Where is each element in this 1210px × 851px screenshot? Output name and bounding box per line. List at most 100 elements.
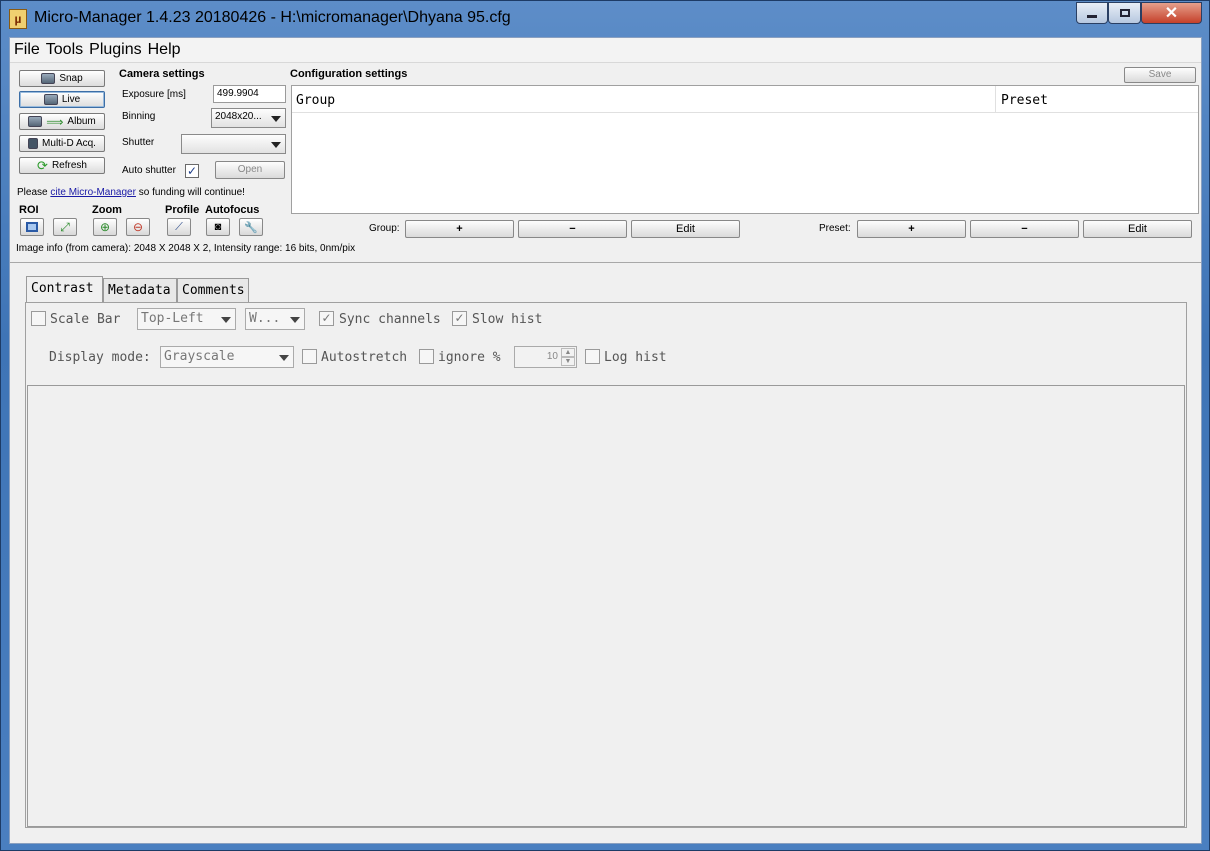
slow-hist-checkbox[interactable]: ✓: [452, 311, 467, 326]
remove-preset-button[interactable]: −: [970, 220, 1079, 238]
preset-column-header[interactable]: Preset: [1001, 93, 1048, 108]
column-divider: [995, 86, 996, 112]
histogram-area: [27, 385, 1185, 827]
cite-link[interactable]: cite Micro-Manager: [50, 187, 136, 198]
album-label: Album: [67, 116, 96, 127]
ignore-percent-spinner[interactable]: 10 ▲ ▼: [514, 346, 577, 368]
scale-bar-position-value: Top-Left: [141, 311, 204, 326]
snap-button[interactable]: Snap: [19, 70, 105, 87]
live-button[interactable]: Live: [19, 91, 105, 108]
chevron-down-icon: [271, 142, 281, 148]
spinner-up-icon[interactable]: ▲: [561, 348, 575, 357]
line-profile-icon: ⟋: [175, 220, 183, 233]
scale-bar-color-value: W...: [249, 311, 281, 326]
client-area: File Tools Plugins Help Snap Live ⟹ Album Mu…: [9, 37, 1202, 844]
chevron-down-icon: [290, 317, 300, 323]
group-label: Group:: [369, 223, 400, 234]
cite-prefix: Please: [17, 187, 51, 198]
video-camera-icon: [43, 94, 58, 105]
scale-bar-checkbox[interactable]: [31, 311, 46, 326]
album-button[interactable]: ⟹ Album: [19, 113, 105, 130]
binoculars-icon: ◙: [214, 221, 222, 233]
cite-suffix: so funding will continue!: [135, 187, 245, 198]
zoom-out-button[interactable]: ⊖: [126, 218, 150, 236]
cite-text: Please cite Micro-Manager so funding wil…: [17, 187, 245, 198]
zoom-out-icon: ⊖: [132, 220, 144, 234]
edit-preset-button[interactable]: Edit: [1083, 220, 1192, 238]
scale-bar-color-select[interactable]: W...: [245, 308, 305, 330]
roi-heading: ROI: [19, 204, 39, 216]
display-mode-select[interactable]: Grayscale: [160, 346, 294, 368]
display-mode-label: Display mode:: [49, 350, 151, 365]
live-label: Live: [61, 94, 81, 105]
tab-contrast[interactable]: Contrast: [26, 276, 103, 302]
sync-channels-label: Sync channels: [339, 312, 441, 327]
minimize-button[interactable]: [1076, 2, 1108, 24]
title-bar[interactable]: µ Micro-Manager 1.4.23 20180426 - H:\mic…: [1, 1, 1209, 35]
menu-bar: File Tools Plugins Help: [10, 38, 1201, 63]
autofocus-button[interactable]: ◙: [206, 218, 230, 236]
tab-comments[interactable]: Comments: [177, 278, 249, 302]
binning-select[interactable]: 2048x20...: [211, 108, 286, 128]
main-window: µ Micro-Manager 1.4.23 20180426 - H:\mic…: [0, 0, 1210, 851]
autostretch-checkbox[interactable]: [302, 349, 317, 364]
menu-tools[interactable]: Tools: [42, 38, 85, 59]
image-info: Image info (from camera): 2048 X 2048 X …: [16, 243, 356, 254]
slow-hist-label: Slow hist: [472, 312, 543, 327]
camera-icon: [41, 73, 56, 84]
roi-icon: [26, 222, 38, 232]
group-column-header[interactable]: Group: [296, 93, 335, 108]
exposure-input[interactable]: 499.9904: [213, 85, 286, 103]
auto-shutter-checkbox[interactable]: ✓: [185, 164, 199, 178]
camera-settings-heading: Camera settings: [119, 68, 205, 80]
autofocus-heading: Autofocus: [205, 204, 260, 216]
menu-plugins[interactable]: Plugins: [85, 38, 143, 59]
shutter-label: Shutter: [122, 137, 155, 148]
close-icon: ✕: [1164, 5, 1179, 22]
auto-shutter-label: Auto shutter: [122, 165, 176, 176]
multi-d-acq-button[interactable]: Multi-D Acq.: [19, 135, 105, 152]
maximize-button[interactable]: [1108, 2, 1141, 24]
full-roi-button[interactable]: ⤢: [53, 218, 77, 236]
zoom-in-button[interactable]: ⊕: [93, 218, 117, 236]
exposure-label: Exposure [ms]: [122, 89, 186, 100]
table-header: Group Preset: [292, 86, 1198, 113]
remove-group-button[interactable]: −: [518, 220, 627, 238]
app-icon: µ: [9, 9, 27, 29]
shutter-select[interactable]: [181, 134, 286, 154]
scale-bar-label: Scale Bar: [50, 312, 121, 327]
scale-bar-position-select[interactable]: Top-Left: [137, 308, 236, 330]
refresh-button[interactable]: ⟳ Refresh: [19, 157, 105, 174]
spinner-down-icon[interactable]: ▼: [561, 357, 575, 366]
log-hist-checkbox[interactable]: [585, 349, 600, 364]
expand-icon: ⤢: [60, 219, 70, 234]
configuration-table: Group Preset: [291, 85, 1199, 214]
chevron-down-icon: [271, 116, 281, 122]
close-button[interactable]: ✕: [1141, 2, 1202, 24]
line-profile-button[interactable]: ⟋: [167, 218, 191, 236]
contrast-panel: Scale Bar Top-Left W... ✓ Sync channels …: [25, 302, 1187, 828]
tab-metadata[interactable]: Metadata: [103, 278, 177, 302]
refresh-label: Refresh: [51, 160, 87, 171]
open-shutter-button[interactable]: Open: [215, 161, 285, 179]
ignore-percent-label: ignore %: [438, 350, 501, 365]
autofocus-settings-button[interactable]: 🔧: [239, 218, 263, 236]
section-divider: [10, 262, 1201, 263]
wrench-icon: 🔧: [244, 221, 258, 234]
set-roi-button[interactable]: [20, 218, 44, 236]
autostretch-label: Autostretch: [321, 350, 408, 365]
film-icon: [28, 138, 39, 149]
add-group-button[interactable]: +: [405, 220, 514, 238]
sync-channels-checkbox[interactable]: ✓: [319, 311, 334, 326]
profile-heading: Profile: [165, 204, 200, 216]
add-preset-button[interactable]: +: [857, 220, 966, 238]
edit-group-button[interactable]: Edit: [631, 220, 740, 238]
menu-help[interactable]: Help: [144, 38, 183, 59]
camera-icon: [28, 116, 43, 127]
menu-file[interactable]: File: [10, 38, 42, 59]
ignore-percent-checkbox[interactable]: [419, 349, 434, 364]
zoom-in-icon: ⊕: [99, 220, 111, 234]
multid-label: Multi-D Acq.: [42, 138, 96, 149]
log-hist-label: Log hist: [604, 350, 667, 365]
save-config-button[interactable]: Save: [1124, 67, 1196, 83]
